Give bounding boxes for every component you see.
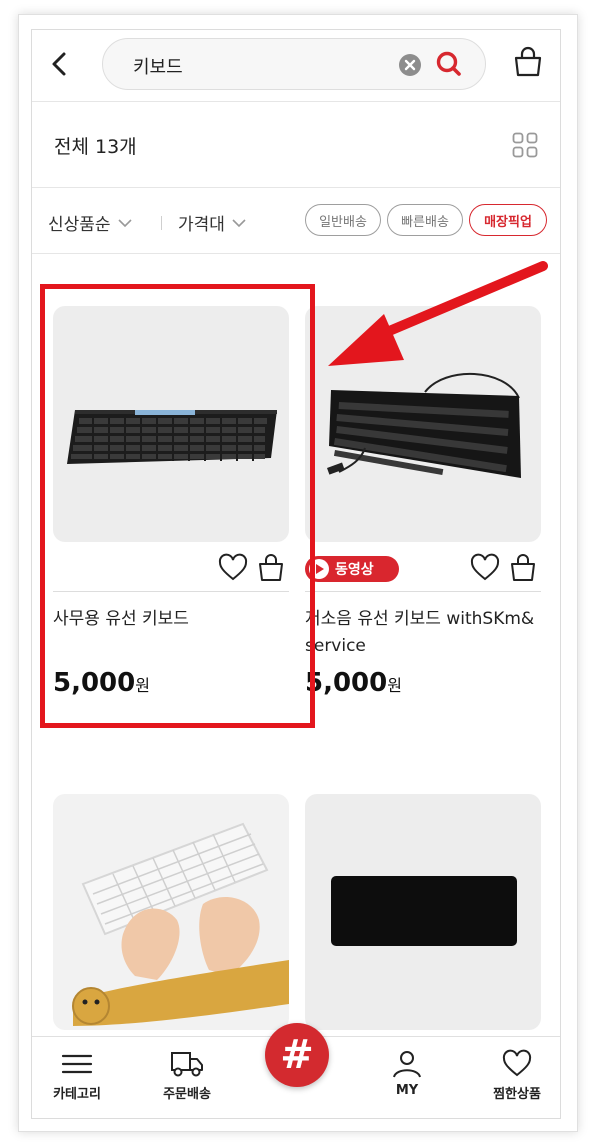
product-name[interactable]: 저소음 유선 키보드 withSKm&service — [305, 606, 541, 660]
chevron-down-icon — [232, 218, 246, 227]
nav-my[interactable]: MY — [362, 1049, 452, 1098]
mouse-pad-image — [331, 876, 517, 946]
product-price: 5,000원 — [305, 668, 402, 698]
product-image[interactable] — [53, 306, 289, 542]
filter-bar: 신상품순 가격대 일반배송 빠른배송 매장픽업 — [32, 188, 560, 254]
chip-standard-delivery[interactable]: 일반배송 — [305, 204, 381, 236]
back-button[interactable] — [42, 46, 78, 82]
cart-button[interactable] — [510, 44, 546, 80]
nav-category[interactable]: 카테고리 — [32, 1049, 122, 1102]
top-bar: 키보드 — [32, 30, 560, 102]
product-image[interactable] — [305, 306, 541, 542]
search-bar[interactable]: 키보드 — [102, 38, 486, 90]
play-icon — [316, 564, 324, 574]
price-range-label: 가격대 — [178, 215, 225, 235]
nav-label: MY — [395, 1083, 419, 1098]
shopping-bag-icon — [259, 554, 283, 581]
card-divider — [53, 591, 289, 592]
price-value: 5,000 — [305, 668, 388, 698]
nav-label: 찜한상품 — [493, 1087, 541, 1102]
search-input[interactable]: 키보드 — [133, 53, 183, 79]
filter-divider — [161, 216, 162, 230]
chevron-down-icon — [117, 218, 132, 227]
menu-icon — [61, 1054, 93, 1074]
price-unit: 원 — [135, 676, 150, 695]
user-icon — [393, 1051, 421, 1078]
price-range-dropdown[interactable]: 가격대 — [178, 210, 247, 235]
sort-label: 신상품순 — [48, 215, 111, 235]
product-card: 동영상 저소음 유선 키보드 withSKm&service 5,000원 — [305, 306, 541, 776]
heart-icon — [218, 553, 248, 581]
heart-icon — [470, 553, 500, 581]
nav-wishlist[interactable]: 찜한상품 — [472, 1049, 560, 1102]
card-divider — [305, 591, 541, 592]
add-to-cart-button[interactable] — [255, 552, 287, 584]
wishlist-button[interactable] — [469, 552, 501, 584]
truck-icon — [171, 1052, 203, 1077]
search-icon — [436, 51, 461, 76]
keyboard-wrist-rest-image — [72, 822, 289, 1026]
hash-icon: # — [280, 1032, 314, 1078]
screenshot-frame: 키보드 전체 13개 신상품순 가격대 일반배송 빠른배송 매장픽업 사무용 유… — [18, 14, 578, 1132]
product-actions — [215, 552, 289, 586]
video-badge-label: 동영상 — [335, 562, 374, 578]
chip-store-pickup[interactable]: 매장픽업 — [469, 204, 547, 236]
add-to-cart-button[interactable] — [507, 552, 539, 584]
product-name[interactable]: 사무용 유선 키보드 — [53, 606, 289, 633]
nav-label: 주문배송 — [163, 1087, 211, 1102]
heart-icon — [502, 1049, 532, 1077]
nav-label: 카테고리 — [53, 1087, 101, 1102]
product-actions — [467, 552, 541, 586]
nav-orders[interactable]: 주문배송 — [142, 1049, 232, 1102]
play-icon-container — [309, 559, 329, 579]
keyboard-image — [67, 410, 277, 464]
hashtag-button[interactable]: # — [265, 1023, 329, 1087]
product-card — [53, 794, 289, 1044]
product-card — [305, 794, 541, 1044]
video-badge[interactable]: 동영상 — [305, 556, 399, 582]
bottom-navigation: 카테고리 주문배송 # MY 찜한상품 — [32, 1023, 560, 1118]
result-count-row: 전체 13개 — [32, 102, 560, 188]
app-screen: 키보드 전체 13개 신상품순 가격대 일반배송 빠른배송 매장픽업 사무용 유… — [31, 29, 561, 1119]
price-value: 5,000 — [53, 668, 136, 698]
price-unit: 원 — [387, 676, 402, 695]
grid-view-toggle[interactable] — [512, 132, 538, 158]
search-button[interactable] — [433, 48, 465, 80]
shopping-bag-icon — [511, 554, 535, 581]
close-icon — [404, 59, 416, 71]
clear-search-button[interactable] — [399, 54, 421, 76]
shopping-bag-icon — [514, 46, 542, 77]
sort-dropdown[interactable]: 신상품순 — [48, 210, 133, 235]
grid-icon — [512, 132, 538, 158]
keyboard-image — [327, 373, 521, 478]
result-count: 전체 13개 — [54, 136, 137, 158]
product-image[interactable] — [305, 794, 541, 1030]
product-image[interactable] — [53, 794, 289, 1030]
wishlist-button[interactable] — [217, 552, 249, 584]
chip-fast-delivery[interactable]: 빠른배송 — [387, 204, 463, 236]
product-card: 사무용 유선 키보드 5,000원 — [53, 306, 289, 776]
chevron-left-icon — [52, 52, 66, 76]
product-price: 5,000원 — [53, 668, 150, 698]
